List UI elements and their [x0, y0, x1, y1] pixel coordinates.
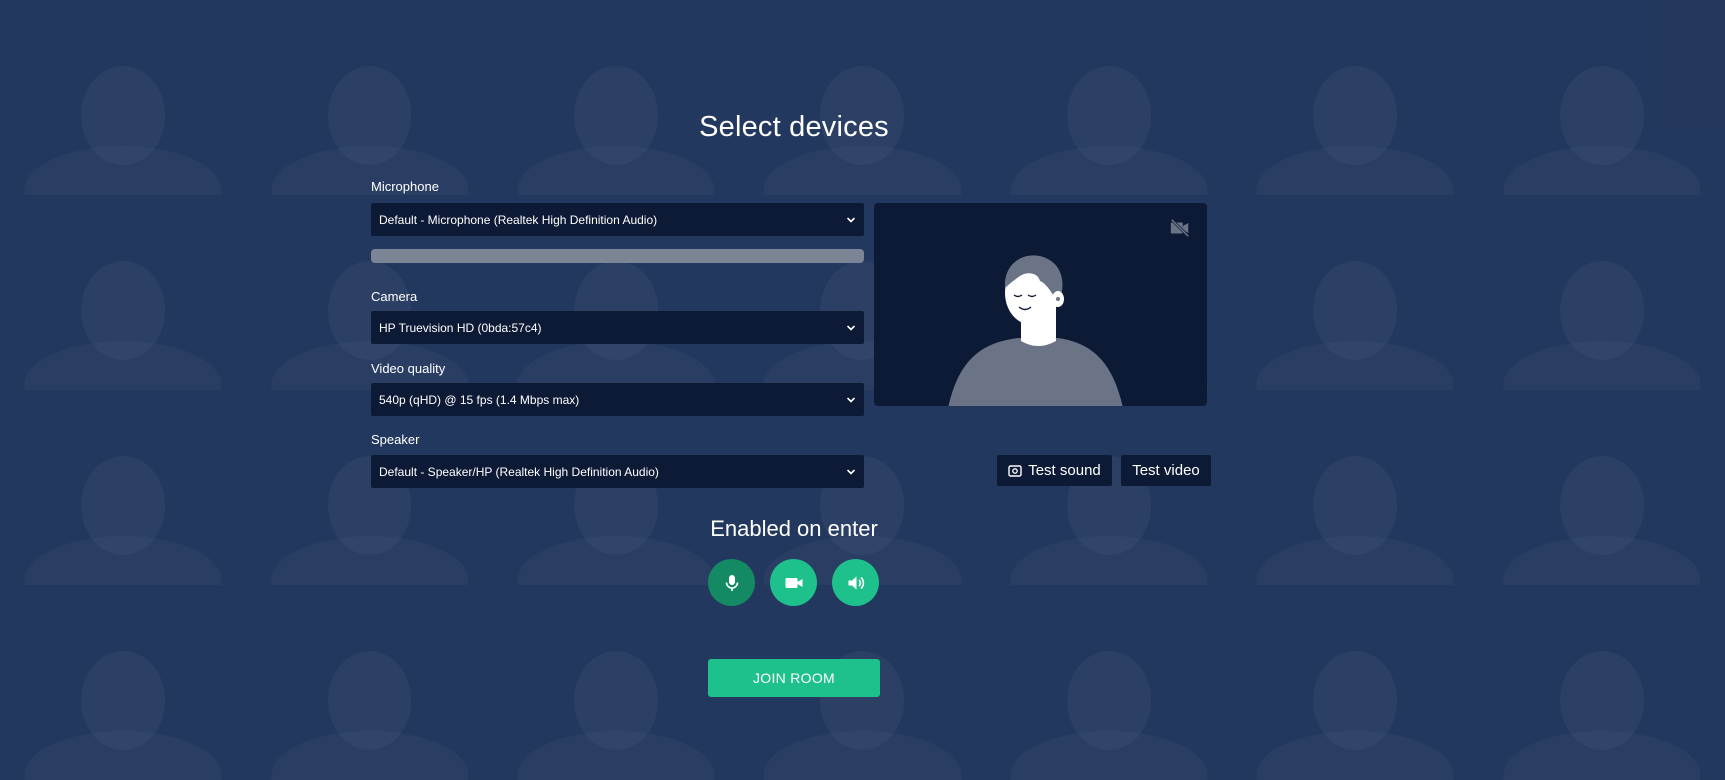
- microphone-select-value: Default - Microphone (Realtek High Defin…: [379, 212, 658, 227]
- microphone-select[interactable]: Default - Microphone (Realtek High Defin…: [371, 203, 864, 236]
- camera-label: Camera: [371, 289, 418, 304]
- page-title: Select devices: [699, 111, 889, 144]
- test-sound-label: Test sound: [1028, 462, 1101, 479]
- microphone-level-meter: [371, 249, 864, 263]
- camera-select-value: HP Truevision HD (0bda:57c4): [379, 320, 542, 335]
- person-avatar-icon: [948, 255, 1123, 406]
- join-room-button[interactable]: JOIN ROOM: [708, 659, 880, 697]
- speaker-select[interactable]: Default - Speaker/HP (Realtek High Defin…: [371, 455, 864, 488]
- test-video-label: Test video: [1132, 462, 1200, 479]
- test-sound-button[interactable]: Test sound: [997, 455, 1112, 486]
- video-quality-select-value: 540p (qHD) @ 15 fps (1.4 Mbps max): [379, 392, 580, 407]
- enabled-on-enter-title: Enabled on enter: [710, 516, 878, 541]
- microphone-toggle[interactable]: [708, 559, 755, 606]
- camera-toggle[interactable]: [770, 559, 817, 606]
- chevron-down-icon: [847, 325, 855, 331]
- chevron-down-icon: [847, 217, 855, 223]
- video-quality-select[interactable]: 540p (qHD) @ 15 fps (1.4 Mbps max): [371, 383, 864, 416]
- video-off-icon: [1170, 218, 1190, 238]
- camera-select[interactable]: HP Truevision HD (0bda:57c4): [371, 311, 864, 344]
- video-preview: [874, 203, 1207, 406]
- speaker-toggle[interactable]: [832, 559, 879, 606]
- chevron-down-icon: [847, 397, 855, 403]
- microphone-label: Microphone: [371, 179, 439, 194]
- microphone-icon: [725, 574, 738, 591]
- chevron-down-icon: [847, 469, 855, 475]
- speaker-box-icon: [1008, 464, 1022, 477]
- speaker-label: Speaker: [371, 432, 420, 447]
- video-quality-label: Video quality: [371, 361, 446, 376]
- speaker-select-value: Default - Speaker/HP (Realtek High Defin…: [379, 464, 659, 479]
- test-video-button[interactable]: Test video: [1121, 455, 1211, 486]
- video-camera-icon: [785, 577, 802, 588]
- speaker-icon: [848, 576, 864, 589]
